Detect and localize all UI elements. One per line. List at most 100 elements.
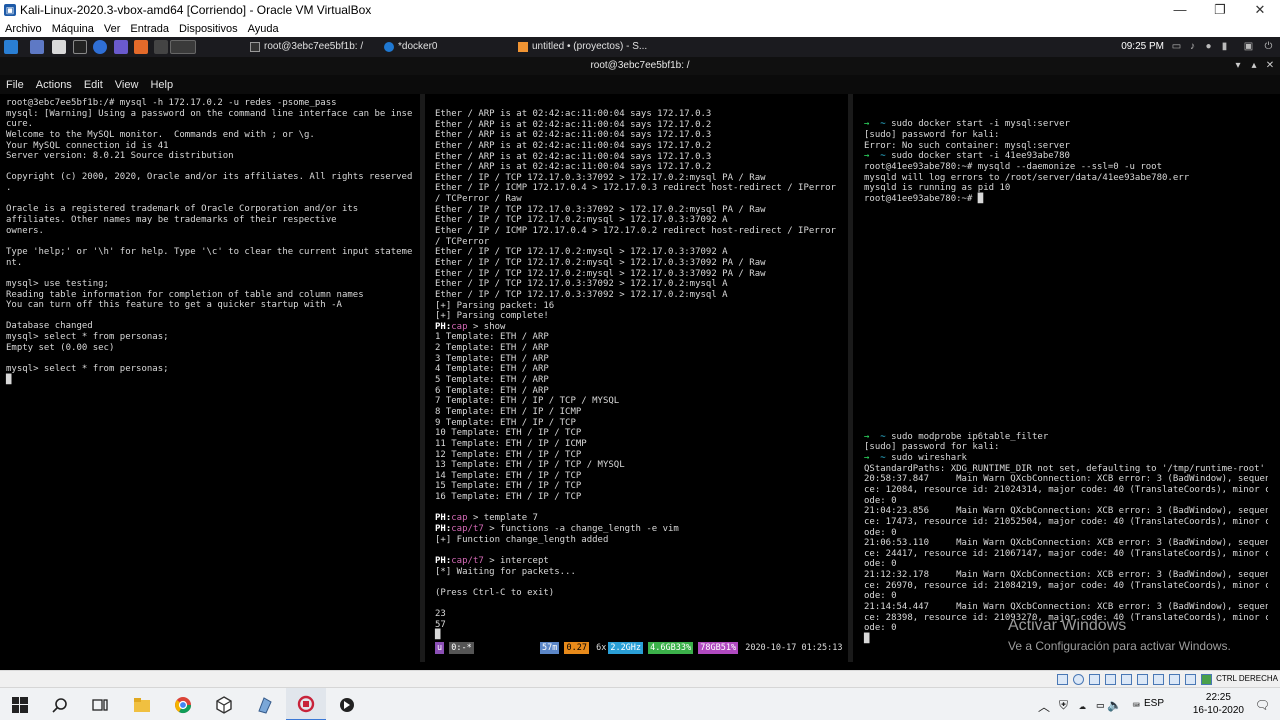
vm-icon <box>297 695 315 712</box>
status-window: 0:-* <box>449 642 474 654</box>
tray-keyboard-icon[interactable]: ⌨ <box>1133 698 1140 712</box>
term-menu-help[interactable]: Help <box>144 79 179 91</box>
terminal-line: Ether / IP / TCP 172.17.0.2:mysql > 172.… <box>435 257 766 268</box>
term-menu-actions[interactable]: Actions <box>30 79 78 91</box>
term-menu-file[interactable]: File <box>0 79 30 91</box>
app-launcher-icon[interactable] <box>114 40 128 54</box>
optical-drive-icon[interactable] <box>1073 674 1084 685</box>
cpu-icon[interactable] <box>1185 674 1196 685</box>
tray-security-icon[interactable]: ⛨ <box>1059 698 1068 713</box>
notification-icon[interactable]: ● <box>1203 41 1214 52</box>
vbox-titlebar: ▣ Kali-Linux-2020.3-vbox-amd64 [Corriend… <box>0 0 1280 20</box>
pane-docker-wireshark[interactable]: → ~ sudo docker start -i mysql:server [su… <box>858 94 1268 662</box>
app-launcher-icon-2[interactable] <box>154 40 168 54</box>
terminal-line: PH:cap > template 7 <box>435 513 538 524</box>
hdd-icon[interactable] <box>1057 674 1068 685</box>
mouse-integration-icon[interactable] <box>1201 674 1212 685</box>
menu-dispositivos[interactable]: Dispositivos <box>174 23 243 35</box>
task-wireshark[interactable]: *docker0 <box>382 39 510 55</box>
terminal-line: 10 Template: ETH / IP / TCP <box>435 428 582 439</box>
chrome-button[interactable] <box>163 688 203 720</box>
task-sublime[interactable]: untitled • (proyectos) - S... <box>516 39 656 55</box>
notifications-icon[interactable]: 🗨 <box>1255 698 1270 712</box>
host-key-label: CTRL DERECHA <box>1216 674 1278 683</box>
terminal-line: PH:cap/t7 > intercept <box>435 555 549 566</box>
recording-icon[interactable] <box>1169 674 1180 685</box>
terminal-line: . <box>6 183 12 194</box>
cube-icon <box>216 695 232 714</box>
power-icon[interactable]: ⏻ <box>1263 41 1274 52</box>
active-workspace-icon[interactable] <box>170 40 196 54</box>
tray-chevron-icon[interactable]: ︿ <box>1038 698 1050 715</box>
terminal-line: Ether / IP / TCP 172.17.0.2:mysql > 172.… <box>435 247 728 258</box>
network-icon[interactable] <box>1105 674 1116 685</box>
terminal-line: Your MySQL connection id is 41 <box>6 140 169 151</box>
watermark-subtitle: Ve a Configuración para activar Windows. <box>1008 639 1231 653</box>
start-button[interactable] <box>0 688 40 720</box>
volume-icon[interactable]: ♪ <box>1187 41 1198 52</box>
terminal-line: [+] Parsing complete! <box>435 311 549 322</box>
terminal-minimize-icon[interactable]: ▾ <box>1232 57 1244 75</box>
terminal-line: Ether / IP / TCP 172.17.0.3:37092 > 172.… <box>435 279 728 290</box>
terminal-launcher-icon[interactable] <box>73 40 87 54</box>
menu-maquina[interactable]: Máquina <box>47 23 99 35</box>
folder-icon <box>134 697 150 712</box>
workspace-icon[interactable] <box>30 40 44 54</box>
browser-icon[interactable] <box>93 40 107 54</box>
terminal-line: owners. <box>6 225 44 236</box>
task-view-button[interactable] <box>80 688 120 720</box>
terminal-line: ce: 24417, resource id: 21067147, major … <box>864 548 1268 559</box>
menu-ayuda[interactable]: Ayuda <box>243 23 284 35</box>
audio-icon[interactable] <box>1089 674 1100 685</box>
usb-icon[interactable] <box>1121 674 1132 685</box>
maximize-icon[interactable]: ❐ <box>1200 0 1240 20</box>
menu-ver[interactable]: Ver <box>99 23 126 35</box>
minimize-icon[interactable]: — <box>1160 0 1200 20</box>
close-icon[interactable]: ✕ <box>1240 0 1280 20</box>
shared-folders-icon[interactable] <box>1137 674 1148 685</box>
app-button[interactable] <box>245 688 285 720</box>
vbox-vm-button[interactable] <box>286 688 326 720</box>
terminal-line: [sudo] password for kali: <box>864 442 1000 453</box>
terminal-line: 16 Template: ETH / IP / TCP <box>435 492 582 503</box>
terminal-maximize-icon[interactable]: ▴ <box>1248 57 1260 75</box>
term-menu-edit[interactable]: Edit <box>78 79 109 91</box>
terminal-line: █ <box>435 630 441 641</box>
language-indicator[interactable]: ESP <box>1144 698 1164 709</box>
app-button-2[interactable] <box>327 688 367 720</box>
pane-divider-left[interactable] <box>420 94 425 662</box>
search-button[interactable] <box>40 688 80 720</box>
file-manager-icon[interactable] <box>52 40 66 54</box>
background-ghost-text <box>20 375 400 485</box>
pane-divider-right[interactable] <box>848 94 853 662</box>
menu-archivo[interactable]: Archivo <box>0 23 47 35</box>
task-terminal[interactable]: root@3ebc7ee5bf1b: / <box>248 39 376 55</box>
burp-icon[interactable] <box>134 40 148 54</box>
terminal-line: ode: 0 <box>864 591 897 602</box>
tray-cloud-icon[interactable]: ☁ <box>1079 698 1086 712</box>
terminal-close-icon[interactable]: ✕ <box>1264 57 1276 75</box>
watermark-title: Activar Windows <box>1008 617 1127 634</box>
pane-packet-tool[interactable]: Ether / ARP is at 02:42:ac:11:00:04 says… <box>428 94 848 662</box>
terminal-line: 3 Template: ETH / ARP <box>435 353 549 364</box>
taskbar-clock[interactable]: 22:25 16-10-2020 <box>1193 691 1244 717</box>
terminal-line: 21:06:53.110 Main Warn QXcbConnection: X… <box>864 538 1268 549</box>
tray-volume-icon[interactable]: 🔈 <box>1107 698 1122 712</box>
terminal-line: mysqld will log errors to /root/server/d… <box>864 172 1190 183</box>
term-menu-view[interactable]: View <box>109 79 145 91</box>
kali-menu-icon[interactable] <box>4 40 18 54</box>
activate-windows-watermark: Activar Windows Ve a Configuración para … <box>1008 617 1231 653</box>
terminal-line: PH:cap/t7 > functions -a change_length -… <box>435 523 679 534</box>
terminal-line: → ~ sudo wireshark <box>864 453 967 464</box>
lock-icon[interactable]: ▣ <box>1243 41 1254 52</box>
menu-entrada[interactable]: Entrada <box>125 23 174 35</box>
display-icon[interactable]: ▭ <box>1171 41 1182 52</box>
panel-clock[interactable]: 09:25 PM <box>1121 37 1164 57</box>
tray-network-icon[interactable]: ▭ <box>1097 698 1104 712</box>
battery-icon[interactable]: ▮ <box>1219 41 1230 52</box>
file-explorer-button[interactable] <box>122 688 162 720</box>
terminal-line: → ~ sudo docker start -i 41ee93abe780 <box>864 151 1070 162</box>
display-status-icon[interactable] <box>1153 674 1164 685</box>
virtualbox-manager-button[interactable] <box>204 688 244 720</box>
task-view-icon <box>92 698 108 711</box>
